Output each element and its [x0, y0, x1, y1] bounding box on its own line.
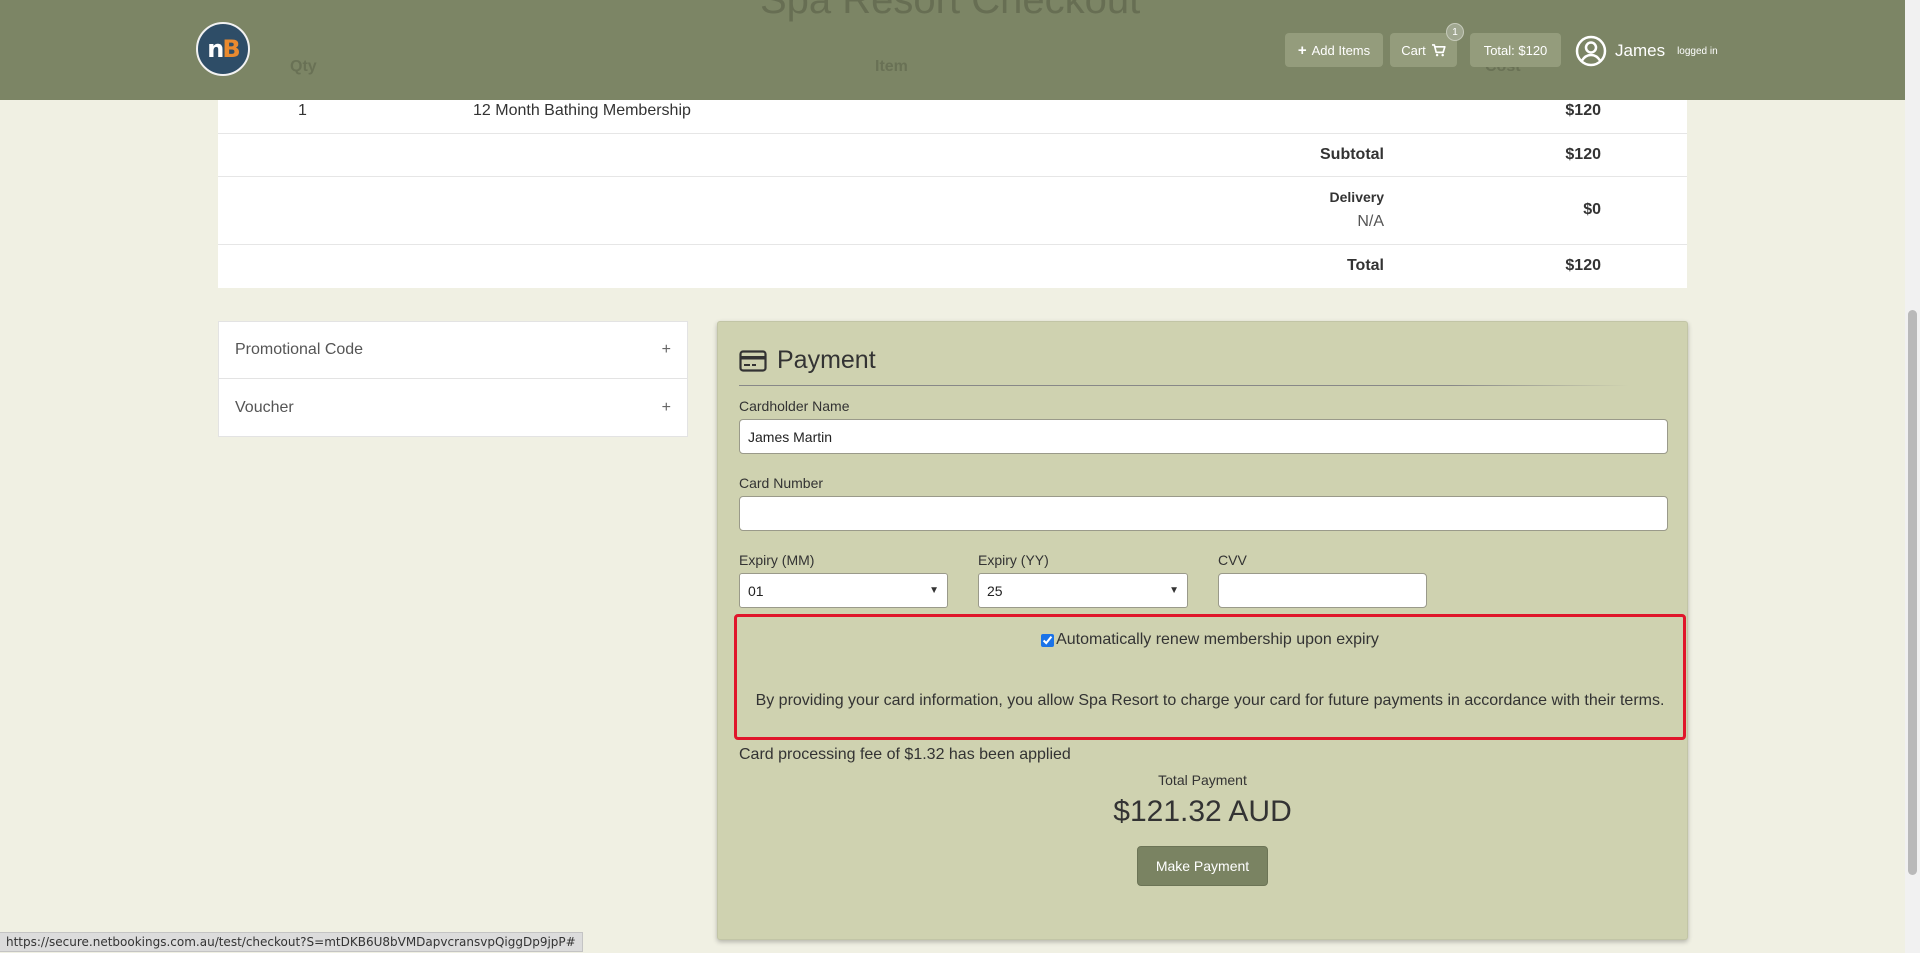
total-row: Total $120 — [218, 245, 1687, 288]
total-value: $120 — [1565, 257, 1601, 274]
cart-icon — [1431, 43, 1446, 56]
auto-renew-consent-box: Automatically renew membership upon expi… — [734, 614, 1686, 740]
auto-renew-option[interactable]: Automatically renew membership upon expi… — [737, 631, 1683, 649]
status-url: https://secure.netbookings.com.au/test/c… — [0, 932, 583, 952]
total-payment-amount: $121.32 AUD — [1113, 795, 1292, 828]
total-label: Total — [1346, 257, 1384, 274]
plus-icon: + — [1297, 41, 1307, 59]
user-name: James — [1615, 41, 1666, 60]
consent-disclaimer: By providing your card information, you … — [755, 692, 1665, 709]
delivery-label: Delivery — [1329, 189, 1384, 205]
user-menu[interactable]: James logged in — [1575, 35, 1718, 67]
scrollbar-thumb[interactable] — [1908, 310, 1917, 875]
payment-panel: Payment Cardholder Name Card Number Expi… — [717, 321, 1688, 940]
cardholder-name-label: Cardholder Name — [739, 398, 850, 414]
expiry-month-value: 01 — [748, 582, 764, 599]
discount-accordion: Promotional Code + Voucher + — [218, 321, 688, 437]
chevron-down-icon: ▼ — [929, 585, 939, 596]
delivery-method: N/A — [1357, 213, 1384, 230]
delivery-row: Delivery N/A $0 — [218, 177, 1687, 245]
cart-total-button[interactable]: Total: $120 — [1470, 33, 1561, 67]
cvv-input[interactable] — [1218, 573, 1427, 608]
add-items-button[interactable]: + Add Items — [1285, 33, 1383, 67]
page-title: Spa Resort Checkout — [760, 0, 1141, 22]
voucher-label: Voucher — [235, 398, 294, 416]
auto-renew-label: Automatically renew membership upon expi… — [1056, 631, 1379, 648]
line-item-cost: $120 — [1565, 102, 1601, 119]
expiry-year-value: 25 — [987, 582, 1003, 599]
card-number-input[interactable] — [739, 496, 1668, 531]
subtotal-label: Subtotal — [1320, 146, 1384, 163]
voucher-toggle[interactable]: Voucher + — [219, 379, 687, 436]
credit-card-icon — [739, 349, 767, 372]
auto-renew-checkbox[interactable] — [1041, 633, 1055, 647]
expand-icon: + — [661, 341, 671, 358]
payment-header: Payment — [739, 346, 876, 375]
promotional-code-label: Promotional Code — [235, 341, 364, 358]
delivery-value: $0 — [1583, 201, 1601, 218]
cardholder-name-input[interactable] — [739, 419, 1668, 454]
total-payment-label: Total Payment — [1158, 772, 1247, 788]
cvv-label: CVV — [1218, 552, 1247, 568]
order-summary-table: 1 12 Month Bathing Membership $120 Subto… — [218, 90, 1687, 288]
line-item-name: 12 Month Bathing Membership — [473, 102, 691, 119]
divider — [739, 385, 1629, 386]
cart-button[interactable]: Cart — [1390, 33, 1457, 67]
subtotal-row: Subtotal $120 — [218, 134, 1687, 177]
expiry-month-select[interactable]: 01 ▼ — [739, 573, 948, 608]
cart-count-badge: 1 — [1446, 23, 1464, 41]
expiry-month-label: Expiry (MM) — [739, 552, 815, 568]
promotional-code-toggle[interactable]: Promotional Code + — [219, 322, 687, 379]
processing-fee-note: Card processing fee of $1.32 has been ap… — [739, 746, 1071, 763]
column-header-qty: Qty — [290, 58, 317, 75]
chevron-down-icon: ▼ — [1169, 585, 1179, 596]
make-payment-button[interactable]: Make Payment — [1137, 846, 1268, 886]
column-header-item: Item — [875, 58, 908, 75]
expiry-year-select[interactable]: 25 ▼ — [978, 573, 1188, 608]
nb-logo-icon[interactable]: nB — [196, 22, 250, 76]
payment-title: Payment — [777, 346, 876, 374]
user-circle-icon — [1575, 35, 1607, 67]
subtotal-value: $120 — [1565, 146, 1601, 163]
expiry-year-label: Expiry (YY) — [978, 552, 1049, 568]
card-number-label: Card Number — [739, 475, 824, 491]
expand-icon: + — [661, 398, 671, 416]
top-navigation-bar: Spa Resort Checkout Qty Item Cost nB + A… — [0, 0, 1905, 100]
line-item-qty: 1 — [298, 102, 307, 119]
user-status: logged in — [1677, 45, 1718, 57]
